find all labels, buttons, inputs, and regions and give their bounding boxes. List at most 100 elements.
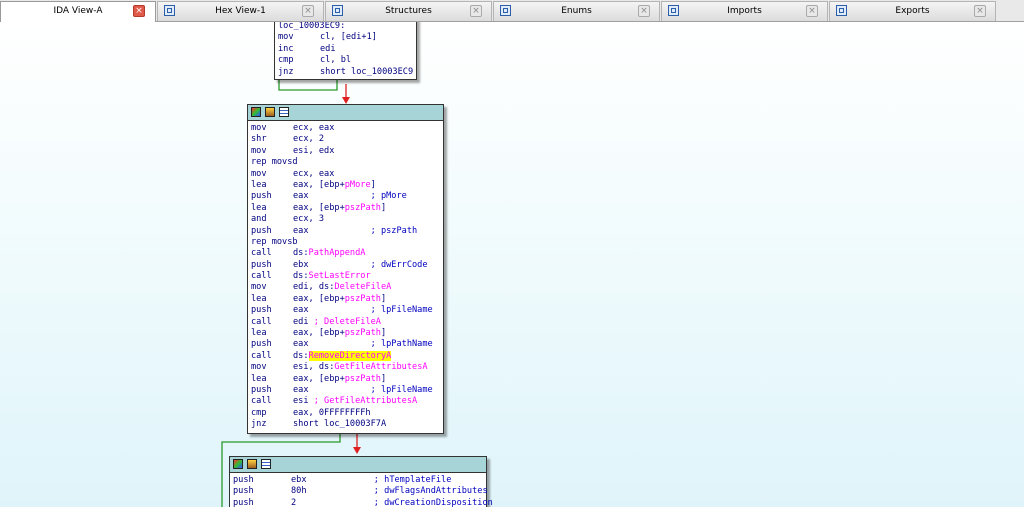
symbol-name[interactable]: SetLastError	[309, 271, 371, 281]
mnemonic[interactable]: mov	[251, 362, 293, 373]
code-block-main[interactable]: mov ecx, eax shr ecx, 2 mov esi, edx rep movsd…	[247, 104, 444, 434]
close-icon[interactable]: ×	[470, 5, 482, 17]
operand[interactable]: ecx, eax	[293, 169, 334, 179]
operand[interactable]: eax, [ebp+	[293, 180, 345, 190]
code-line[interactable]: rep movsd	[251, 157, 443, 168]
mnemonic[interactable]: push	[233, 498, 291, 507]
operand[interactable]: eax	[293, 385, 371, 395]
operand[interactable]: 2	[291, 498, 374, 507]
code-line[interactable]: mov esi, edx	[251, 146, 443, 157]
mnemonic[interactable]: call	[251, 248, 293, 259]
operand[interactable]: eax	[293, 226, 371, 236]
operand[interactable]: ]	[381, 203, 386, 213]
code-line[interactable]: rep movsb	[251, 237, 443, 248]
code-line[interactable]: push eax ; lpFileName	[251, 305, 443, 316]
symbol-name[interactable]: pszPath	[345, 328, 381, 338]
code-line[interactable]: push 2 ; dwCreationDisposition	[233, 498, 493, 507]
tab-ida-view-a[interactable]: IDA View-A ×	[0, 1, 156, 23]
mnemonic[interactable]: call	[251, 271, 293, 282]
code-line[interactable]: push ebx ; dwErrCode	[251, 260, 443, 271]
mnemonic[interactable]: call	[251, 317, 293, 328]
close-icon[interactable]: ×	[806, 5, 818, 17]
operand[interactable]: cl, bl	[320, 55, 351, 65]
operand[interactable]: ]	[381, 294, 386, 304]
close-icon[interactable]: ×	[974, 5, 986, 17]
code-line[interactable]: mov edi, ds:DeleteFileA	[251, 282, 443, 293]
comment[interactable]: ; dwErrCode	[371, 260, 428, 270]
code-line[interactable]: push eax ; lpPathName	[251, 339, 443, 350]
mnemonic[interactable]: push	[251, 385, 293, 396]
color-palette-icon[interactable]	[251, 107, 261, 117]
operand[interactable]: short loc_10003F7A	[293, 419, 386, 429]
comment[interactable]: ; dwFlagsAndAttributes	[374, 486, 488, 496]
operand[interactable]: ]	[371, 180, 376, 190]
tab-enums[interactable]: Enums ×	[493, 1, 660, 21]
operand[interactable]: rep movsd	[251, 157, 298, 167]
mnemonic[interactable]: cmp	[251, 408, 293, 419]
symbol-name[interactable]: DeleteFileA	[334, 282, 391, 292]
code-line[interactable]: call esi ; GetFileAttributesA	[251, 396, 443, 407]
mnemonic[interactable]: and	[251, 214, 293, 225]
highlighted-symbol[interactable]: RemoveDirectoryA	[308, 350, 392, 361]
mnemonic[interactable]: shr	[251, 134, 293, 145]
code-line[interactable]: cmp eax, 0FFFFFFFFh	[251, 408, 443, 419]
mnemonic[interactable]: mov	[251, 169, 293, 180]
symbol-name[interactable]: PathAppendA	[309, 248, 366, 258]
operand[interactable]: esi	[293, 396, 314, 406]
code-line[interactable]: cmp cl, bl	[278, 55, 416, 66]
symbol-name[interactable]: GetFileAttributesA	[334, 362, 427, 372]
mnemonic[interactable]: mov	[251, 146, 293, 157]
close-icon[interactable]: ×	[302, 5, 314, 17]
comment[interactable]: ; hTemplateFile	[374, 475, 452, 485]
tab-structures[interactable]: Structures ×	[325, 1, 492, 21]
mnemonic[interactable]: jnz	[251, 419, 293, 430]
close-icon[interactable]: ×	[638, 5, 650, 17]
mnemonic[interactable]: push	[251, 305, 293, 316]
mnemonic[interactable]: jnz	[278, 67, 320, 78]
code-line[interactable]: shr ecx, 2	[251, 134, 443, 145]
mnemonic[interactable]: push	[233, 475, 291, 486]
text-view-icon[interactable]	[261, 459, 271, 469]
operand[interactable]: eax	[293, 191, 371, 201]
code-line[interactable]: call ds:PathAppendA	[251, 248, 443, 259]
mnemonic[interactable]: lea	[251, 180, 293, 191]
symbol-name[interactable]: ; DeleteFileA	[314, 317, 381, 327]
mnemonic[interactable]: push	[251, 339, 293, 350]
mnemonic[interactable]: call	[251, 351, 293, 362]
code-line[interactable]: mov ecx, eax	[251, 123, 443, 134]
operand[interactable]: eax, [ebp+	[293, 328, 345, 338]
operand[interactable]: eax	[293, 305, 371, 315]
mnemonic[interactable]: lea	[251, 374, 293, 385]
code-line[interactable]: lea eax, [ebp+pszPath]	[251, 294, 443, 305]
operand[interactable]: ds:	[293, 248, 309, 258]
code-line[interactable]: push eax ; pMore	[251, 191, 443, 202]
operand[interactable]: ds:	[293, 351, 309, 361]
code-line[interactable]: jnz short loc_10003F7A	[251, 419, 443, 430]
operand[interactable]: ecx, eax	[293, 123, 334, 133]
operand[interactable]: edi	[320, 44, 336, 54]
tab-exports[interactable]: Exports ×	[829, 1, 996, 21]
code-line[interactable]: call ds:SetLastError	[251, 271, 443, 282]
mnemonic[interactable]: mov	[251, 123, 293, 134]
code-line[interactable]: and ecx, 3	[251, 214, 443, 225]
group-icon[interactable]	[247, 459, 257, 469]
code-line[interactable]: push ebx ; hTemplateFile	[233, 475, 486, 486]
comment[interactable]: ; lpPathName	[371, 339, 433, 349]
group-icon[interactable]	[265, 107, 275, 117]
operand[interactable]: eax, [ebp+	[293, 294, 345, 304]
code-line[interactable]: jnz short loc_10003EC9	[278, 67, 416, 78]
code-line[interactable]: call ds:RemoveDirectoryA	[251, 350, 443, 362]
operand[interactable]: ]	[381, 328, 386, 338]
tab-hex-view-1[interactable]: Hex View-1 ×	[157, 1, 324, 21]
text-view-icon[interactable]	[279, 107, 289, 117]
code-line[interactable]: lea eax, [ebp+pMore]	[251, 180, 443, 191]
mnemonic[interactable]: push	[251, 191, 293, 202]
operand[interactable]: esi, edx	[293, 146, 334, 156]
code-block-createfile[interactable]: push ebx ; hTemplateFile push 80h ; dwFlags…	[229, 456, 493, 507]
symbol-name[interactable]: pMore	[345, 180, 371, 190]
operand[interactable]: short loc_10003EC9	[320, 67, 413, 77]
color-palette-icon[interactable]	[233, 459, 243, 469]
operand[interactable]: edi	[293, 317, 314, 327]
mnemonic[interactable]: lea	[251, 328, 293, 339]
operand[interactable]: eax, 0FFFFFFFFh	[293, 408, 371, 418]
